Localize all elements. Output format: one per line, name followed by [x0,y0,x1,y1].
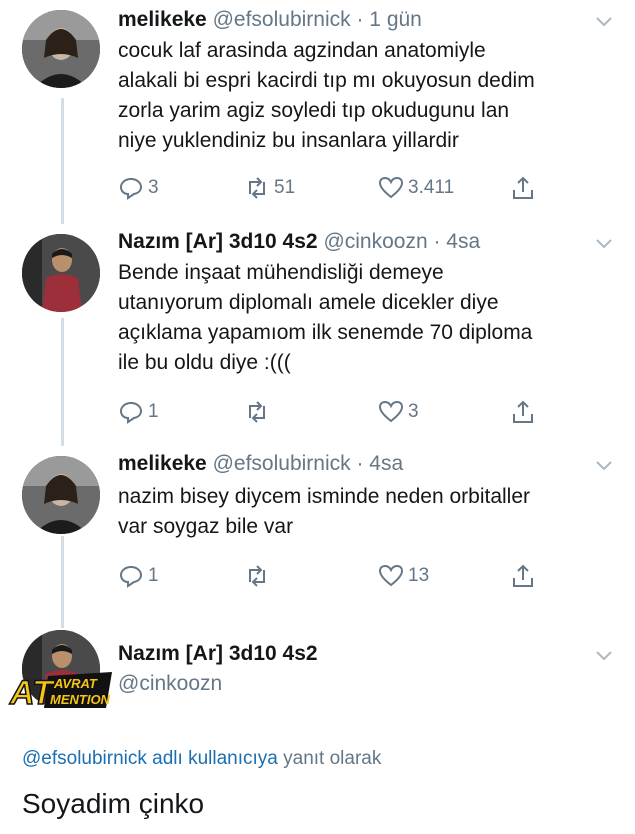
reply-icon [119,401,143,424]
tweet-actions: 1 13 [118,564,538,592]
like-count: 3.411 [408,177,455,198]
user-handle[interactable]: @cinkoozn [323,230,427,253]
chevron-down-icon[interactable] [595,650,613,662]
timestamp[interactable]: · 4sa [433,230,480,253]
heart-icon [378,400,404,423]
display-name[interactable]: melikeke [118,8,207,31]
display-name[interactable]: Nazım [Ar] 3d10 4s2 [118,230,318,253]
tweet-text-line: utanıyorum diplomalı amele dicekler diye [118,291,499,314]
svg-text:MENTION: MENTION [50,692,111,707]
avatar[interactable] [22,456,100,534]
heart-icon [378,176,404,199]
reply-button[interactable]: 1 [118,400,159,424]
tweet-text-line: nazim bisey diycem isminde neden orbital… [118,485,531,508]
tweet[interactable]: Nazım [Ar] 3d10 4s2 @cinkoozn · 4sa Bend… [0,230,635,450]
reply-icon [119,565,143,588]
chevron-down-icon[interactable] [595,238,613,250]
user-handle[interactable]: @efsolubirnick [213,452,351,475]
tweet[interactable]: melikeke @efsolubirnick · 4sa nazim bise… [0,452,635,612]
share-icon [513,176,533,199]
main-tweet-text: Soyadim çinko [22,788,205,819]
reply-context: @efsolubirnick adlı kullanıcıya yanıt ol… [22,748,381,770]
retweet-icon [249,401,265,423]
share-button[interactable] [510,400,536,424]
timestamp[interactable]: · 1 gün [356,8,421,31]
reply-count: 1 [148,565,159,586]
like-button[interactable]: 3 [378,400,419,424]
user-handle[interactable]: @cinkoozn [118,672,318,696]
reply-mention-link[interactable]: @efsolubirnick adlı kullanıcıya [22,748,278,769]
reply-count: 1 [148,401,159,422]
tweet-text-line: var soygaz bile var [118,515,294,538]
watermark-logo: AT AVRAT MENTION [8,672,112,710]
reply-button[interactable]: 1 [118,564,159,588]
tweet-actions: 3 51 3.411 [118,176,538,204]
tweet-header: Nazım [Ar] 3d10 4s2 @cinkoozn · 4sa [118,230,480,254]
tweet-text-line: cocuk laf arasinda agzindan anatomiyle [118,39,486,62]
timestamp[interactable]: · 4sa [356,452,403,475]
retweet-button[interactable] [244,400,270,424]
tweet-text-line: Bende inşaat mühendisliği demeye [118,261,444,284]
chevron-down-icon[interactable] [595,16,613,28]
svg-text:AVRAT: AVRAT [53,676,98,691]
reply-button[interactable]: 3 [118,176,159,200]
tweet-text-line: zorla yarim agiz soyledi tıp okudugunu l… [118,99,510,122]
display-name[interactable]: Nazım [Ar] 3d10 4s2 [118,642,318,666]
retweet-icon [249,177,265,199]
user-handle[interactable]: @efsolubirnick [213,8,351,31]
reply-count: 3 [148,177,159,198]
tweet-text: nazim bisey diycem isminde neden orbital… [118,482,530,542]
tweet-text: Bende inşaat mühendisliği demeye utanıyo… [118,258,532,378]
tweet-header: Nazım [Ar] 3d10 4s2 @cinkoozn [118,642,318,696]
tweet-header: melikeke @efsolubirnick · 1 gün [118,8,422,32]
tweet-actions: 1 3 [118,400,538,428]
like-count: 3 [408,401,419,422]
svg-text:AT: AT [9,674,56,710]
tweet-text-line: alakali bi espri kacirdi tıp mı okuyosun… [118,69,535,92]
reply-icon [119,177,143,200]
avatar[interactable] [22,10,100,88]
retweet-icon [249,565,265,587]
retweet-button[interactable]: 51 [244,176,295,200]
like-button[interactable]: 3.411 [378,176,454,200]
like-count: 13 [408,565,430,586]
heart-icon [378,564,404,587]
retweet-button[interactable] [244,564,270,588]
like-button[interactable]: 13 [378,564,429,588]
share-button[interactable] [510,176,536,200]
tweet-text-line: niye yuklendiniz bu insanlara yillardir [118,129,459,152]
chevron-down-icon[interactable] [595,460,613,472]
share-icon [513,564,533,587]
reply-suffix: yanıt olarak [283,748,382,769]
tweet-text-line: açıklama yapamıom ilk senemde 70 diploma [118,321,533,344]
tweet-text-line: ile bu oldu diye :((( [118,351,291,374]
share-icon [513,400,533,423]
avatar[interactable] [22,234,100,312]
tweet-header: melikeke @efsolubirnick · 4sa [118,452,403,476]
tweet[interactable]: melikeke @efsolubirnick · 1 gün cocuk la… [0,8,635,218]
tweet-text: cocuk laf arasinda agzindan anatomiyle a… [118,36,535,156]
retweet-count: 51 [274,177,296,198]
share-button[interactable] [510,564,536,588]
display-name[interactable]: melikeke [118,452,207,475]
